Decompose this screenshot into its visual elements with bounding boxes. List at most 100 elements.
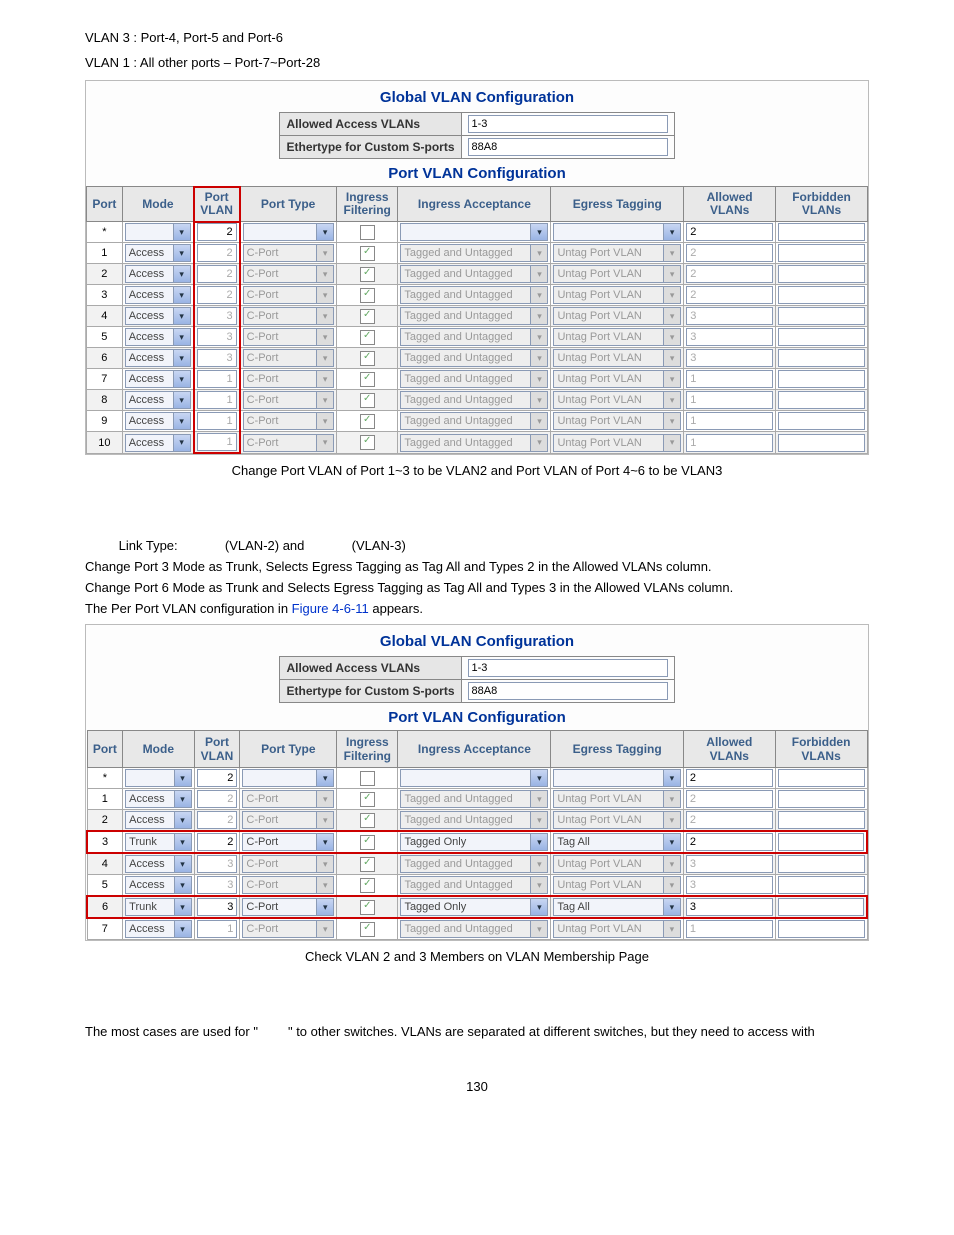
- text-input[interactable]: [778, 286, 865, 304]
- dropdown[interactable]: Access▾: [125, 265, 191, 283]
- dropdown[interactable]: Access▾: [125, 811, 191, 829]
- text-input[interactable]: [778, 223, 865, 241]
- checkbox[interactable]: [360, 835, 375, 850]
- text-input[interactable]: [778, 855, 865, 873]
- dropdown[interactable]: ▾: [553, 769, 681, 787]
- text-input[interactable]: 2: [686, 223, 773, 241]
- dropdown[interactable]: Access▾: [125, 790, 191, 808]
- table-row: 3Access▾2C-Port▾Tagged and Untagged▾Unta…: [87, 285, 868, 306]
- dropdown[interactable]: Access▾: [125, 434, 191, 452]
- text-input[interactable]: [778, 265, 865, 283]
- figure-ref-link[interactable]: Figure 4-6-11: [292, 601, 369, 616]
- vlan3-text: (VLAN-3): [352, 538, 406, 553]
- dropdown[interactable]: Access▾: [125, 391, 191, 409]
- dropdown[interactable]: Access▾: [125, 286, 191, 304]
- link-type-label: Link Type:: [119, 538, 178, 553]
- dropdown[interactable]: Trunk▾: [125, 898, 191, 916]
- dropdown[interactable]: Access▾: [125, 307, 191, 325]
- text-input[interactable]: 2: [197, 223, 237, 241]
- ethertype-label: Ethertype for Custom S-ports: [280, 136, 461, 159]
- dropdown[interactable]: Tag All▾: [553, 898, 681, 916]
- dropdown[interactable]: ▾: [125, 223, 191, 241]
- chevron-down-icon: ▾: [316, 834, 333, 850]
- text-input[interactable]: [778, 391, 865, 409]
- text-input: 1: [686, 920, 773, 938]
- dropdown[interactable]: ▾: [400, 223, 548, 241]
- text-input[interactable]: [778, 898, 864, 916]
- text-input[interactable]: [778, 833, 864, 851]
- dropdown: Tagged and Untagged▾: [400, 391, 548, 409]
- dropdown[interactable]: Access▾: [125, 876, 191, 894]
- ethertype-input-2[interactable]: 88A8: [468, 682, 668, 700]
- text-input[interactable]: [778, 328, 865, 346]
- chevron-down-icon: ▾: [530, 329, 547, 345]
- text-input[interactable]: [778, 370, 865, 388]
- text-input[interactable]: [778, 244, 865, 262]
- port-cell: 2: [87, 264, 123, 285]
- checkbox: [360, 922, 375, 937]
- dropdown: C-Port▾: [243, 265, 334, 283]
- text-input: 2: [197, 286, 237, 304]
- dropdown[interactable]: ▾: [125, 769, 191, 787]
- dropdown: C-Port▾: [242, 811, 334, 829]
- global-kv-table: Allowed Access VLANs 1-3 Ethertype for C…: [279, 112, 674, 159]
- port-vlan-cell: 3: [194, 853, 240, 875]
- dropdown[interactable]: Access▾: [125, 244, 191, 262]
- text-input: 1: [197, 370, 237, 388]
- text-input[interactable]: [778, 412, 865, 430]
- checkbox[interactable]: [360, 225, 375, 240]
- checkbox[interactable]: [360, 900, 375, 915]
- allowed-access-vlans-input[interactable]: 1-3: [468, 115, 668, 133]
- dropdown[interactable]: Access▾: [125, 349, 191, 367]
- chevron-down-icon: ▾: [316, 308, 333, 324]
- dropdown[interactable]: C-Port▾: [242, 898, 334, 916]
- dropdown[interactable]: Access▾: [125, 412, 191, 430]
- dropdown[interactable]: ▾: [242, 769, 334, 787]
- chevron-down-icon: ▾: [173, 413, 190, 429]
- dropdown[interactable]: Tagged Only▾: [400, 833, 548, 851]
- text-input[interactable]: 3: [686, 898, 773, 916]
- port-vlan-cell: 1: [194, 432, 240, 454]
- dropdown[interactable]: Access▾: [125, 328, 191, 346]
- text-input[interactable]: 3: [197, 898, 238, 916]
- dropdown[interactable]: Tagged Only▾: [400, 898, 548, 916]
- text-input[interactable]: [778, 876, 865, 894]
- dropdown: Untag Port VLAN▾: [553, 412, 681, 430]
- text-input[interactable]: 2: [686, 833, 773, 851]
- chevron-down-icon: ▾: [530, 877, 547, 893]
- dropdown[interactable]: Trunk▾: [125, 833, 191, 851]
- dropdown: Untag Port VLAN▾: [553, 307, 681, 325]
- dropdown: Tagged and Untagged▾: [400, 876, 548, 894]
- port-vlan-cell: 2: [194, 222, 240, 243]
- dropdown: Untag Port VLAN▾: [553, 328, 681, 346]
- text-input[interactable]: [778, 920, 865, 938]
- text-input[interactable]: 2: [686, 769, 773, 787]
- text-input[interactable]: 2: [197, 769, 238, 787]
- dropdown: C-Port▾: [243, 244, 334, 262]
- allowed-access-vlans-input-2[interactable]: 1-3: [468, 659, 668, 677]
- dropdown[interactable]: ▾: [553, 223, 681, 241]
- text-input[interactable]: [778, 434, 865, 452]
- text-input[interactable]: [778, 790, 865, 808]
- ethertype-input[interactable]: 88A8: [468, 138, 668, 156]
- chevron-down-icon: ▾: [316, 245, 333, 261]
- checkbox[interactable]: [360, 771, 375, 786]
- table-row: 6Access▾3C-Port▾Tagged and Untagged▾Unta…: [87, 348, 868, 369]
- port-vlan-cell: 1: [194, 411, 240, 432]
- chevron-down-icon: ▾: [173, 266, 190, 282]
- table-row: 3Trunk▾2C-Port▾Tagged Only▾Tag All▾2: [87, 831, 867, 853]
- dropdown[interactable]: ▾: [243, 223, 334, 241]
- chevron-down-icon: ▾: [173, 435, 190, 451]
- dropdown[interactable]: C-Port▾: [242, 833, 334, 851]
- dropdown[interactable]: Tag All▾: [553, 833, 681, 851]
- text-input[interactable]: [778, 307, 865, 325]
- dropdown[interactable]: Access▾: [125, 920, 191, 938]
- text-input[interactable]: [778, 349, 865, 367]
- text-input[interactable]: [778, 811, 865, 829]
- text-input[interactable]: [778, 769, 865, 787]
- dropdown[interactable]: Access▾: [125, 370, 191, 388]
- dropdown[interactable]: Access▾: [125, 855, 191, 873]
- text-input[interactable]: 2: [197, 833, 238, 851]
- dropdown: Tagged and Untagged▾: [400, 920, 548, 938]
- dropdown[interactable]: ▾: [400, 769, 548, 787]
